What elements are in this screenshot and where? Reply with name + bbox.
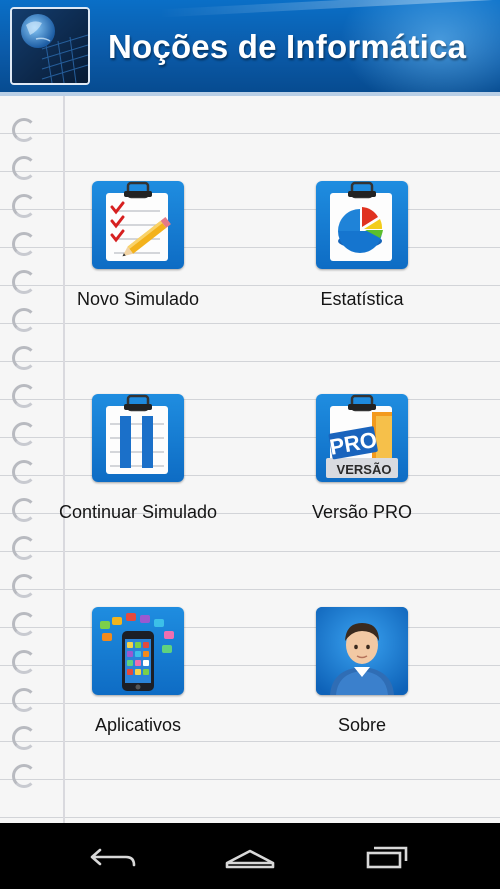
tile-label: Continuar Simulado	[58, 502, 218, 522]
versao-pro-button[interactable]: PRO VERSÃO Versão PRO	[267, 394, 457, 523]
sobre-button[interactable]: Sobre	[267, 607, 457, 736]
binder-ring	[12, 688, 36, 712]
versao-badge-text: VERSÃO	[337, 462, 392, 477]
binder-ring	[12, 422, 36, 446]
binder-ring	[12, 270, 36, 294]
binder-ring	[12, 232, 36, 256]
binder-ring	[12, 574, 36, 598]
binder-ring	[12, 650, 36, 674]
tile-label: Versão PRO	[311, 502, 413, 522]
home-icon	[225, 849, 275, 869]
checklist-pencil-icon	[92, 181, 184, 269]
binder-ring	[12, 498, 36, 522]
pie-chart-icon	[316, 181, 408, 269]
pause-document-icon	[92, 394, 184, 482]
app-logo-icon	[10, 7, 90, 85]
aplicativos-button[interactable]: Aplicativos	[43, 607, 233, 736]
app-header: Noções de Informática	[0, 0, 500, 96]
smartphone-apps-icon	[92, 607, 184, 695]
user-profile-icon	[316, 607, 408, 695]
tile-label: Novo Simulado	[76, 289, 200, 309]
binder-ring	[12, 156, 36, 180]
binder-ring	[12, 726, 36, 750]
system-navigation-bar	[0, 823, 500, 889]
binder-ring	[12, 764, 36, 788]
tile-label: Sobre	[337, 715, 387, 735]
recent-apps-icon	[366, 846, 408, 869]
binder-ring	[12, 308, 36, 332]
page-title: Noções de Informática	[108, 28, 467, 65]
back-button[interactable]	[78, 837, 148, 877]
tile-label: Estatística	[320, 289, 404, 309]
home-button[interactable]	[215, 837, 285, 877]
recent-apps-button[interactable]	[352, 837, 422, 877]
estatistica-button[interactable]: Estatística	[267, 181, 457, 310]
binder-ring	[12, 612, 36, 636]
binder-ring	[12, 118, 36, 142]
binder-ring	[12, 194, 36, 218]
binder-ring	[12, 346, 36, 370]
binder-ring	[12, 460, 36, 484]
back-arrow-icon	[90, 848, 136, 867]
binder-ring	[12, 384, 36, 408]
novo-simulado-button[interactable]: Novo Simulado	[43, 181, 233, 310]
continuar-simulado-button[interactable]: Continuar Simulado	[43, 394, 233, 523]
tile-label: Aplicativos	[94, 715, 182, 735]
binder-ring	[12, 536, 36, 560]
pro-badge-icon: PRO VERSÃO	[316, 394, 408, 482]
